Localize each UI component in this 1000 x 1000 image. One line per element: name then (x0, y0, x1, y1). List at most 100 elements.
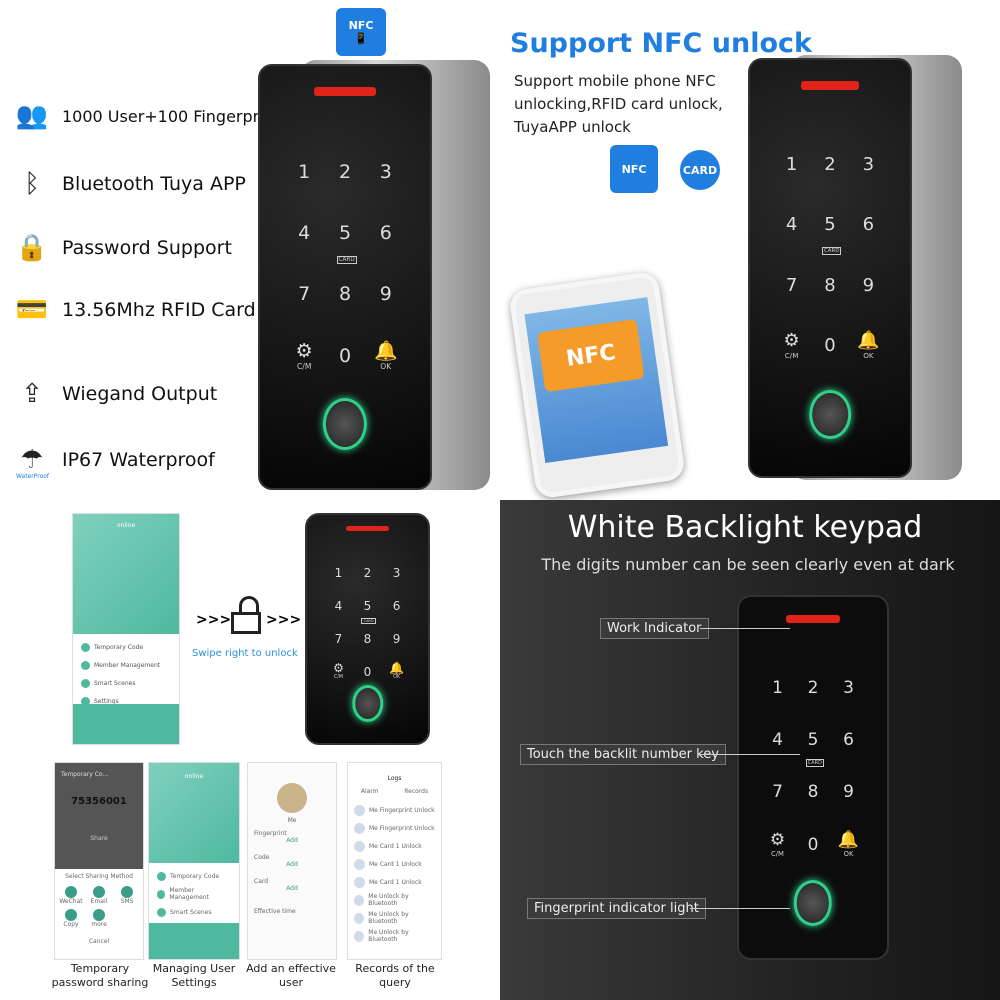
share-option[interactable]: Email (87, 886, 111, 905)
bell-key[interactable]: 🔔 OK (382, 655, 411, 688)
key-4[interactable]: 4 (284, 203, 325, 264)
share-button[interactable]: Share (55, 835, 143, 842)
feature-label: Password Support (62, 237, 232, 259)
key-9[interactable]: 9 (382, 622, 411, 655)
key-label: 9 (843, 782, 854, 803)
cancel-button[interactable]: Cancel (59, 938, 139, 945)
menu-item[interactable]: Smart Scenes (157, 903, 231, 921)
key-3[interactable]: 3 (382, 556, 411, 589)
keypad-device: 1 2 3 4 5 6 7 8 9 ⚙ C/M 0 🔔 OK CARD (748, 58, 912, 478)
log-row: Me Unlock by Bluetooth (354, 909, 435, 927)
feature-item: ᛒ Bluetooth Tuya APP (10, 164, 246, 204)
key-label: 1 (334, 565, 343, 580)
key-label: 6 (843, 729, 854, 750)
key-2[interactable]: 2 (811, 135, 849, 195)
card-icon: CARD (680, 150, 720, 190)
tab-alarm[interactable]: Alarm (361, 788, 379, 795)
key-6[interactable]: 6 (831, 714, 867, 766)
key-2[interactable]: 2 (795, 662, 831, 714)
key-4[interactable]: 4 (772, 195, 810, 255)
screen-add-user: Me Fingerprint Add Code Add Card Add Effectiv… (247, 762, 337, 960)
settings-key[interactable]: ⚙ C/M (772, 316, 810, 376)
key-1[interactable]: 1 (284, 142, 325, 203)
key-1[interactable]: 1 (324, 556, 353, 589)
fingerprint-sensor[interactable] (351, 685, 384, 723)
key-9[interactable]: 9 (849, 256, 887, 316)
fingerprint-sensor[interactable] (809, 389, 851, 439)
key-3[interactable]: 3 (849, 135, 887, 195)
key-7[interactable]: 7 (760, 767, 796, 819)
tab-records[interactable]: Records (404, 788, 428, 795)
key-3[interactable]: 3 (365, 142, 406, 203)
label-backlit-key: Touch the backlit number key (520, 744, 726, 765)
key-8[interactable]: 8 (811, 256, 849, 316)
key-4[interactable]: 4 (760, 714, 796, 766)
nfc-badge: NFC 📱 (336, 8, 386, 56)
key-9[interactable]: 9 (831, 767, 867, 819)
key-6[interactable]: 6 (365, 203, 406, 264)
log-row: Me Fingerprint Unlock (354, 819, 435, 837)
card-reader-icon: CARD (805, 759, 825, 768)
key-7[interactable]: 7 (772, 256, 810, 316)
avatar (354, 804, 365, 816)
key-3[interactable]: 3 (831, 662, 867, 714)
key-sub-label-ok: OK (843, 850, 854, 859)
share-option[interactable]: Copy (59, 909, 83, 928)
add-button[interactable]: Add (254, 885, 330, 892)
key-label: 9 (379, 283, 392, 306)
avatar (354, 876, 365, 888)
avatar (354, 894, 365, 906)
key-6[interactable]: 6 (849, 195, 887, 255)
share-option[interactable]: WeChat (59, 886, 83, 905)
key-1[interactable]: 1 (772, 135, 810, 195)
key-0[interactable]: 0 (795, 819, 831, 871)
share-option[interactable]: more (87, 909, 111, 928)
add-button[interactable]: Add (254, 837, 330, 844)
key-label: 3 (379, 161, 392, 184)
keypad-device: 1 2 3 4 5 6 7 8 9 ⚙ C/M 0 🔔 OK CARD (258, 64, 432, 490)
unlock-slider[interactable] (73, 704, 179, 744)
fingerprint-sensor[interactable] (322, 398, 368, 451)
key-0[interactable]: 0 (325, 326, 366, 387)
nfc-description: Support mobile phone NFC unlocking,RFID … (514, 72, 723, 136)
key-8[interactable]: 8 (795, 767, 831, 819)
feature-label: 13.56Mhz RFID Card (62, 299, 256, 321)
app-screen-home: online Temporary Code Member Management Sm… (72, 513, 180, 745)
arrows-left: >>> (196, 612, 232, 628)
key-label: 4 (772, 729, 783, 750)
settings-key[interactable]: ⚙ C/M (284, 326, 325, 387)
menu-item[interactable]: Member Management (157, 885, 231, 903)
add-button[interactable]: Add (254, 861, 330, 868)
key-2[interactable]: 2 (325, 142, 366, 203)
key-0[interactable]: 0 (811, 316, 849, 376)
settings-key[interactable]: ⚙ C/M (760, 819, 796, 871)
fingerprint-sensor[interactable] (793, 880, 833, 926)
key-8[interactable]: 8 (353, 622, 382, 655)
credential-item: Fingerprint Add (254, 830, 330, 854)
backlight-title: White Backlight keypad (567, 510, 923, 545)
key-4[interactable]: 4 (324, 589, 353, 622)
keypad-keys: 1 2 3 4 5 6 7 8 9 ⚙ C/M 0 🔔 OK (772, 135, 887, 376)
settings-key[interactable]: ⚙ C/M (324, 655, 353, 688)
menu-item[interactable]: Member Management (81, 656, 171, 674)
screen-temp-password: Temporary Co... 75356001 Share Select Sh… (54, 762, 144, 960)
work-indicator-light (314, 87, 376, 97)
key-2[interactable]: 2 (353, 556, 382, 589)
menu-item[interactable]: Temporary Code (157, 867, 231, 885)
upload-tray-icon: ⇪ (21, 379, 43, 409)
share-option[interactable]: SMS (115, 886, 139, 905)
key-8[interactable]: 8 (325, 264, 366, 325)
menu-item[interactable]: Temporary Code (81, 638, 171, 656)
key-0[interactable]: 0 (353, 655, 382, 688)
key-7[interactable]: 7 (324, 622, 353, 655)
menu-item[interactable]: Smart Scenes (81, 674, 171, 692)
waterproof-tag: WaterProof (16, 473, 50, 480)
bell-key[interactable]: 🔔 OK (849, 316, 887, 376)
key-7[interactable]: 7 (284, 264, 325, 325)
key-6[interactable]: 6 (382, 589, 411, 622)
bell-key[interactable]: 🔔 OK (365, 326, 406, 387)
key-label: 2 (338, 161, 352, 184)
key-1[interactable]: 1 (760, 662, 796, 714)
key-9[interactable]: 9 (365, 264, 406, 325)
bell-key[interactable]: 🔔 OK (831, 819, 867, 871)
